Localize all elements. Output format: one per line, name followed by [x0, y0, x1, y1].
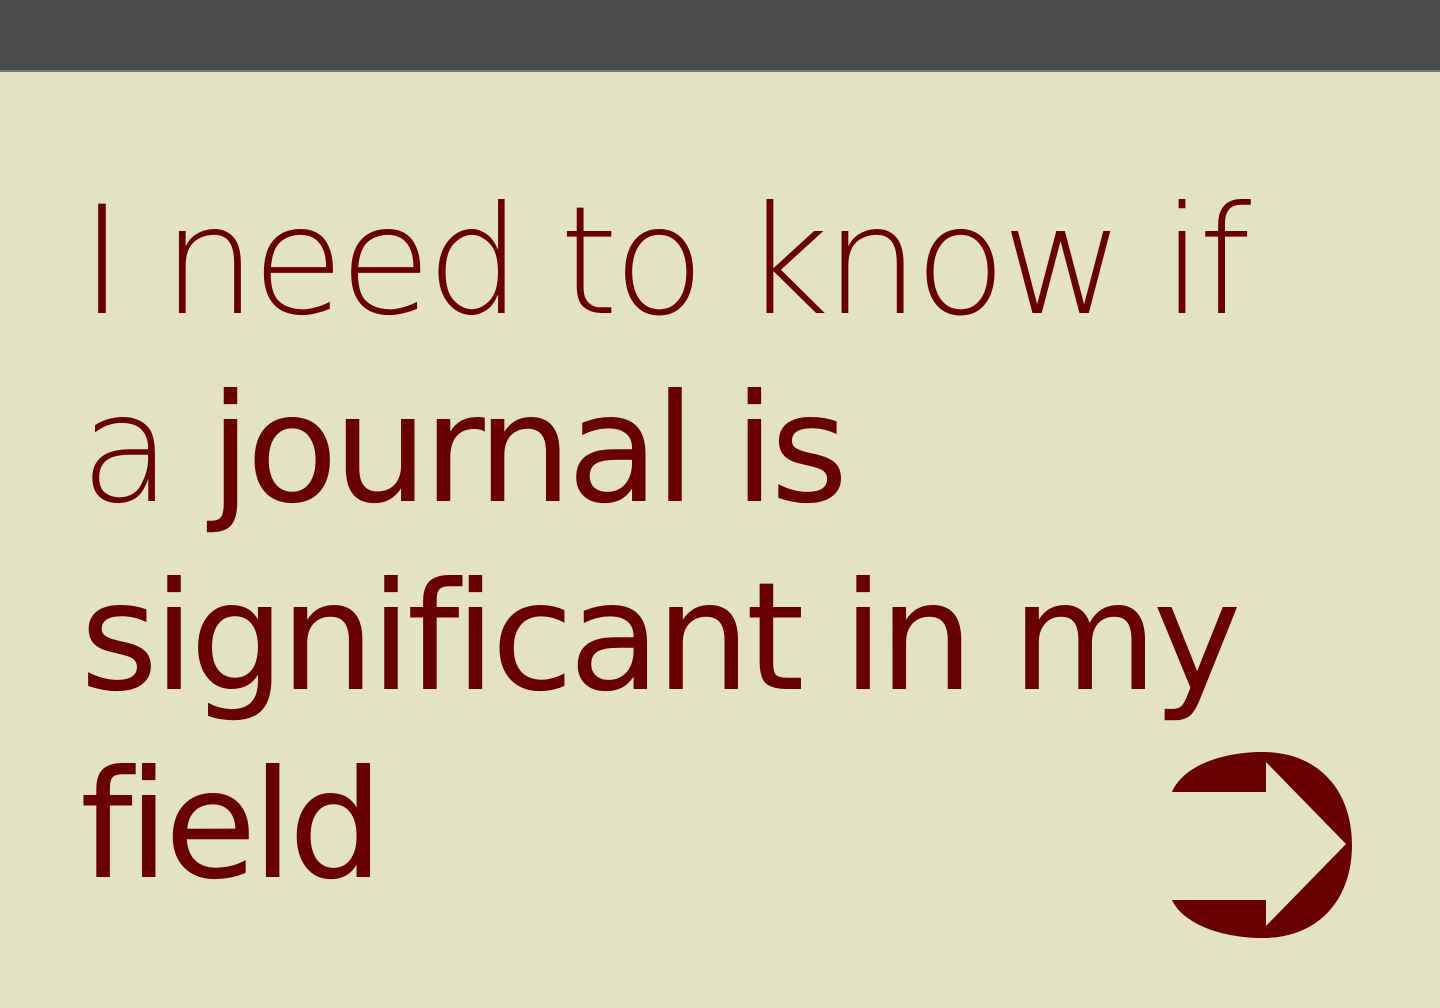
prompt-line-1: I need to know if: [80, 175, 1251, 349]
prompt-keyword-journal: journal is: [209, 363, 849, 537]
prompt-line-2: a journal is: [80, 356, 1280, 544]
arrow-right-icon: [1172, 752, 1352, 938]
prompt-line-3: significant in my: [80, 551, 1242, 725]
prompt-article: a: [80, 363, 210, 537]
question-prompt: I need to know if a journal is significa…: [80, 168, 1280, 920]
top-bar: [0, 0, 1440, 72]
next-button[interactable]: [1168, 750, 1354, 940]
prompt-line-4: field: [80, 739, 384, 913]
